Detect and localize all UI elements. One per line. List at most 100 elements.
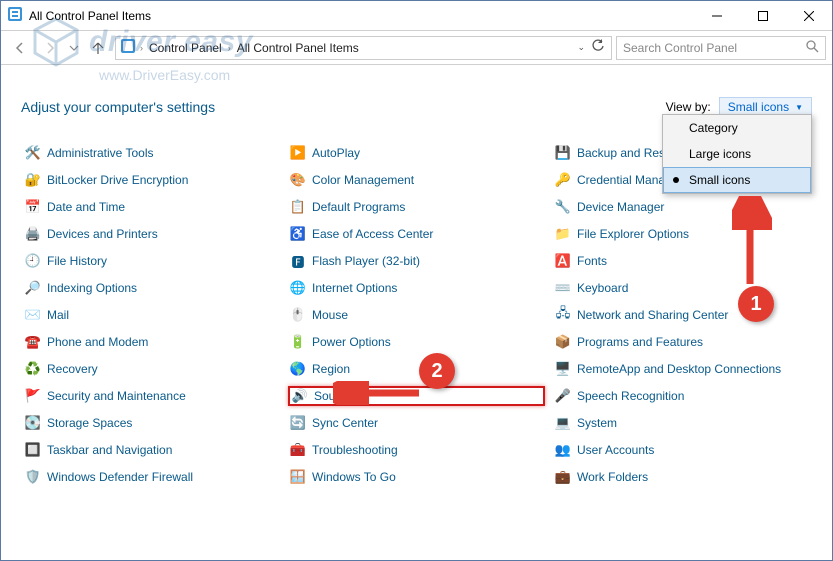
item-label: Power Options bbox=[312, 335, 391, 349]
refresh-icon[interactable] bbox=[591, 39, 605, 56]
control-panel-item[interactable]: ♿Ease of Access Center bbox=[288, 224, 545, 244]
recent-locations-button[interactable] bbox=[67, 35, 81, 61]
search-input[interactable]: Search Control Panel bbox=[616, 36, 826, 60]
item-label: Windows Defender Firewall bbox=[47, 470, 193, 484]
control-panel-item[interactable]: 🕘 File History bbox=[23, 251, 280, 271]
up-button[interactable] bbox=[85, 35, 111, 61]
item-label: Speech Recognition bbox=[577, 389, 684, 403]
breadcrumb[interactable]: › Control Panel › All Control Panel Item… bbox=[115, 36, 612, 60]
control-panel-item[interactable]: 🔊Sound bbox=[288, 386, 545, 406]
search-placeholder: Search Control Panel bbox=[623, 41, 737, 55]
viewby-option-large-icons[interactable]: Large icons bbox=[663, 141, 811, 167]
control-panel-item[interactable]: ▶️ AutoPlay bbox=[288, 143, 545, 163]
control-panel-item[interactable]: ☎️Phone and Modem bbox=[23, 332, 280, 352]
breadcrumb-seg-1[interactable]: Control Panel bbox=[145, 41, 226, 55]
viewby-label: View by: bbox=[666, 100, 711, 114]
item-icon: ⌨️ bbox=[555, 280, 571, 296]
control-panel-item[interactable]: 🔐BitLocker Drive Encryption bbox=[23, 170, 280, 190]
forward-button[interactable] bbox=[37, 35, 63, 61]
maximize-button[interactable] bbox=[740, 1, 786, 31]
control-panel-icon bbox=[7, 6, 23, 25]
item-icon: 📦 bbox=[555, 334, 571, 350]
breadcrumb-seg-2[interactable]: All Control Panel Items bbox=[233, 41, 363, 55]
control-panel-item[interactable]: 📁 File Explorer Options bbox=[553, 224, 810, 244]
control-panel-item[interactable]: 💼Work Folders bbox=[553, 467, 810, 487]
item-label: Color Management bbox=[312, 173, 414, 187]
item-label: Windows To Go bbox=[312, 470, 396, 484]
control-panel-item[interactable]: 👥User Accounts bbox=[553, 440, 810, 460]
control-panel-item[interactable]: 💽Storage Spaces bbox=[23, 413, 280, 433]
close-button[interactable] bbox=[786, 1, 832, 31]
item-icon: 🕘 bbox=[25, 253, 41, 269]
control-panel-item[interactable]: 📋 Default Programs bbox=[288, 197, 545, 217]
viewby-menu: Category Large icons Small icons bbox=[662, 114, 812, 194]
item-icon: 🌎 bbox=[290, 361, 306, 377]
control-panel-item[interactable]: 🔧Device Manager bbox=[553, 197, 810, 217]
control-panel-item[interactable]: 🛠️Administrative Tools bbox=[23, 143, 280, 163]
viewby-option-small-icons[interactable]: Small icons bbox=[663, 167, 811, 193]
item-label: File Explorer Options bbox=[577, 227, 689, 241]
control-panel-item[interactable]: 🅵Flash Player (32-bit) bbox=[288, 251, 545, 271]
control-panel-item[interactable]: 🖨️Devices and Printers bbox=[23, 224, 280, 244]
item-icon: 💾 bbox=[555, 145, 571, 161]
control-panel-item[interactable]: 🪟Windows To Go bbox=[288, 467, 545, 487]
item-icon: 📁 bbox=[555, 226, 571, 242]
item-icon: 💼 bbox=[555, 469, 571, 485]
item-icon: ✉️ bbox=[25, 307, 41, 323]
item-icon: 🎤 bbox=[555, 388, 571, 404]
item-label: Indexing Options bbox=[47, 281, 137, 295]
control-panel-item[interactable]: 🛡️ Windows Defender Firewall bbox=[23, 467, 280, 487]
page-title: Adjust your computer's settings bbox=[21, 99, 215, 115]
item-label: Programs and Features bbox=[577, 335, 703, 349]
control-panel-item[interactable]: 🖥️RemoteApp and Desktop Connections bbox=[553, 359, 810, 379]
control-panel-item[interactable]: 🌐Internet Options bbox=[288, 278, 545, 298]
item-label: AutoPlay bbox=[312, 146, 360, 160]
control-panel-item[interactable]: 🧰Troubleshooting bbox=[288, 440, 545, 460]
control-panel-item[interactable]: ✉️Mail bbox=[23, 305, 280, 325]
item-label: Default Programs bbox=[312, 200, 405, 214]
viewby-current: Small icons bbox=[728, 100, 789, 114]
item-icon: ▶️ bbox=[290, 145, 306, 161]
item-label: Phone and Modem bbox=[47, 335, 148, 349]
control-panel-item[interactable]: 📅Date and Time bbox=[23, 197, 280, 217]
item-label: Keyboard bbox=[577, 281, 628, 295]
item-icon: 🖨️ bbox=[25, 226, 41, 242]
item-icon: ♻️ bbox=[25, 361, 41, 377]
item-label: Administrative Tools bbox=[47, 146, 154, 160]
control-panel-item[interactable]: 🔄Sync Center bbox=[288, 413, 545, 433]
breadcrumb-icon bbox=[118, 38, 138, 57]
control-panel-item[interactable]: 📦 Programs and Features bbox=[553, 332, 810, 352]
item-label: Internet Options bbox=[312, 281, 397, 295]
item-label: File History bbox=[47, 254, 107, 268]
item-icon: 🔲 bbox=[25, 442, 41, 458]
control-panel-item[interactable]: ♻️Recovery bbox=[23, 359, 280, 379]
item-label: Fonts bbox=[577, 254, 607, 268]
minimize-button[interactable] bbox=[694, 1, 740, 31]
back-button[interactable] bbox=[7, 35, 33, 61]
viewby-option-category[interactable]: Category bbox=[663, 115, 811, 141]
control-panel-item[interactable]: 🔲Taskbar and Navigation bbox=[23, 440, 280, 460]
item-label: Region bbox=[312, 362, 350, 376]
control-panel-item[interactable]: 🚩Security and Maintenance bbox=[23, 386, 280, 406]
item-label: User Accounts bbox=[577, 443, 654, 457]
control-panel-item[interactable]: 🅰️Fonts bbox=[553, 251, 810, 271]
control-panel-item[interactable]: 🔎Indexing Options bbox=[23, 278, 280, 298]
control-panel-item[interactable]: 🔋 Power Options bbox=[288, 332, 545, 352]
item-icon: 🖧 bbox=[555, 307, 571, 323]
item-icon: 🛡️ bbox=[25, 469, 41, 485]
control-panel-item[interactable]: 🎨Color Management bbox=[288, 170, 545, 190]
chevron-right-icon: › bbox=[228, 43, 231, 53]
control-panel-item[interactable]: 🎤 Speech Recognition bbox=[553, 386, 810, 406]
annotation-badge-2: 2 bbox=[419, 353, 455, 389]
item-label: Ease of Access Center bbox=[312, 227, 433, 241]
chevron-down-icon[interactable]: ⌄ bbox=[577, 42, 585, 53]
control-panel-item[interactable]: 🖱️Mouse bbox=[288, 305, 545, 325]
item-label: Network and Sharing Center bbox=[577, 308, 728, 322]
item-icon: 🔊 bbox=[292, 388, 308, 404]
item-icon: 📋 bbox=[290, 199, 306, 215]
item-label: Storage Spaces bbox=[47, 416, 132, 430]
item-icon: 🔋 bbox=[290, 334, 306, 350]
item-icon: 🖥️ bbox=[555, 361, 571, 377]
control-panel-item[interactable]: 💻System bbox=[553, 413, 810, 433]
control-panel-item[interactable]: 🌎 Region bbox=[288, 359, 545, 379]
